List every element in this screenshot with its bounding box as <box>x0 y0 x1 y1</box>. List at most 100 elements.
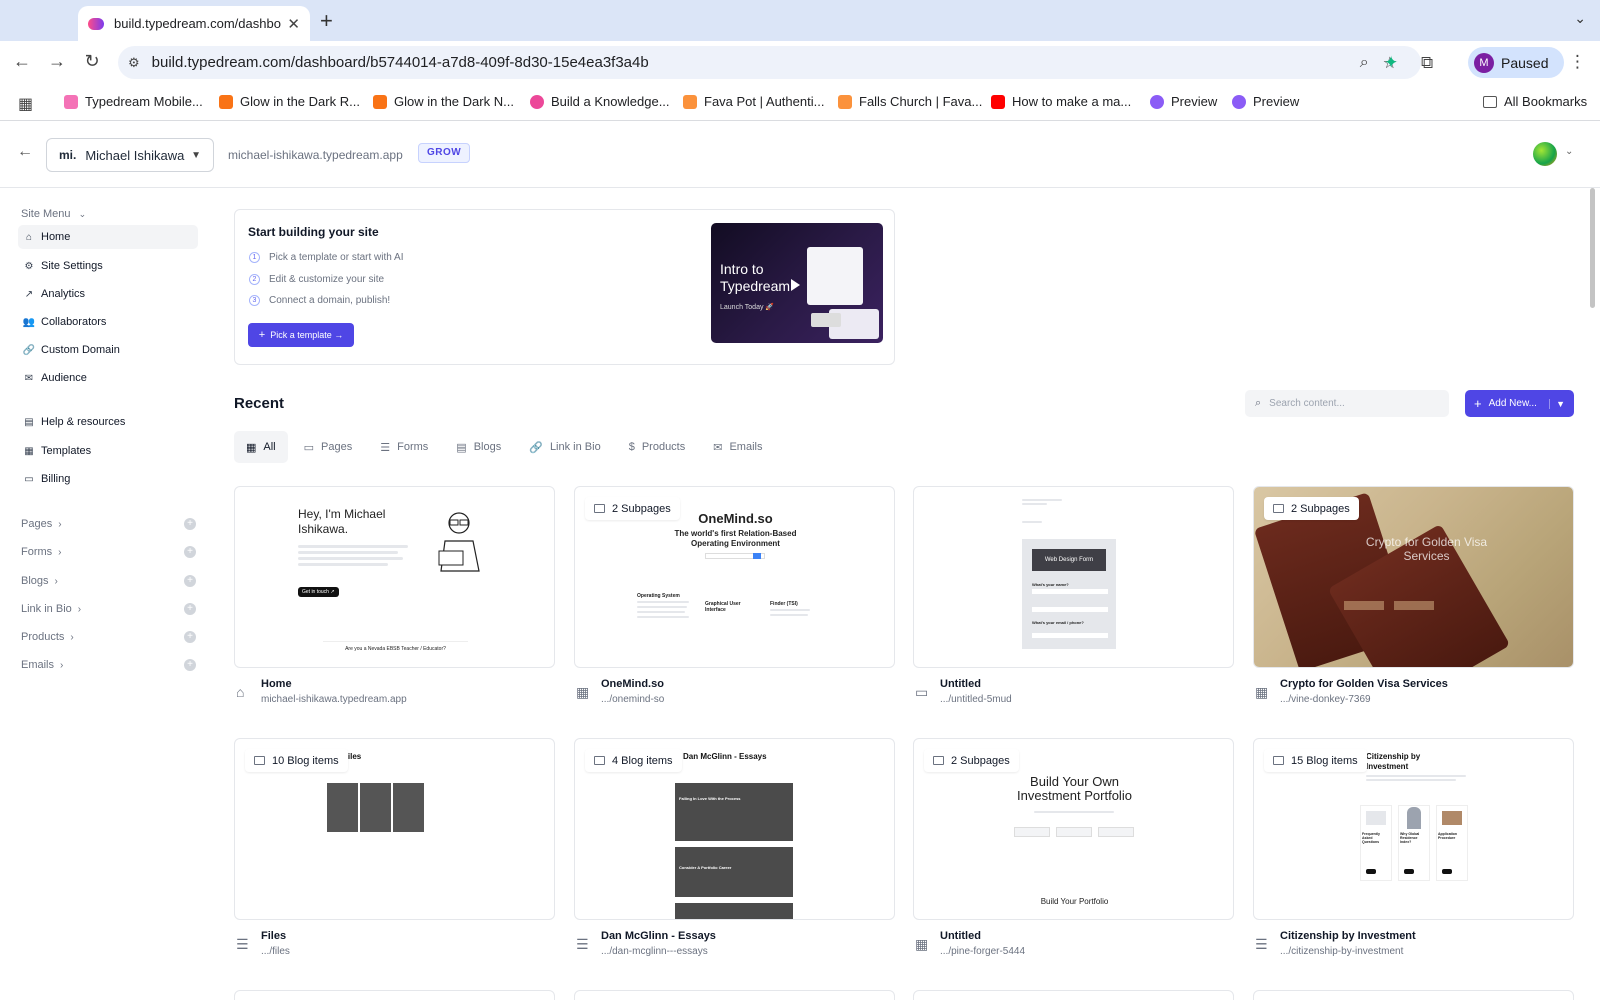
add-plus-icon[interactable]: + <box>184 631 196 643</box>
sidebar-item-site-settings[interactable]: ⚙ Site Settings <box>18 254 198 278</box>
card-thumbnail[interactable]: Dan McGlinn - Essays Falling In Love With… <box>574 738 895 920</box>
sidebar-item-billing[interactable]: ▭ Billing <box>18 467 198 491</box>
add-plus-icon[interactable]: + <box>184 603 196 615</box>
apps-grid-icon[interactable]: ▦ <box>18 94 33 114</box>
site-switcher[interactable]: mi. Michael Ishikawa ▼ <box>46 138 214 172</box>
thumb-post: Falling In Love With the Process <box>679 796 741 801</box>
card-info[interactable]: ⌂ Home michael-ishikawa.typedream.app <box>234 678 555 714</box>
sidebar-item-help-resources[interactable]: ▤ Help & resources <box>18 410 198 434</box>
sidebar-group-forms[interactable]: Forms › + <box>21 542 196 562</box>
new-tab-button[interactable]: + <box>320 8 333 34</box>
profile-button[interactable]: M Paused <box>1468 47 1564 78</box>
filter-tab-link-in-bio[interactable]: 🔗 Link in Bio <box>517 431 612 463</box>
tab-search-chevron-icon[interactable]: ⌄ <box>1574 10 1586 27</box>
content-card-partial[interactable] <box>574 990 895 1000</box>
address-bar[interactable]: ⚙ build.typedream.com/dashboard/b5744014… <box>118 46 1421 79</box>
user-avatar[interactable] <box>1533 142 1557 166</box>
content-card[interactable]: Citizenship by Investment Frequently Aske… <box>1253 738 1574 968</box>
bookmark-item[interactable]: Falls Church | Fava... <box>838 94 982 109</box>
filter-tab-pages[interactable]: ▭ Pages <box>292 431 365 463</box>
thumb-heading: Hey, I'm Michael Ishikawa. <box>298 507 386 536</box>
form-icon: ☰ <box>380 441 391 454</box>
user-menu-chevron-icon[interactable]: ⌄ <box>1565 146 1573 157</box>
extension-bird-icon[interactable]: ✦ <box>1384 53 1398 73</box>
sidebar-item-audience[interactable]: ✉ Audience <box>18 366 198 390</box>
close-tab-icon[interactable]: ✕ <box>287 15 300 33</box>
content-card[interactable]: Crypto for Golden Visa Services 2 Subpage… <box>1253 486 1574 716</box>
content-card-partial[interactable] <box>913 990 1234 1000</box>
sidebar-group-blogs[interactable]: Blogs › + <box>21 571 196 591</box>
pick-template-button[interactable]: + Pick a template → <box>248 323 354 347</box>
card-thumbnail[interactable]: Citizenship by Investment Frequently Aske… <box>1253 738 1574 920</box>
site-domain[interactable]: michael-ishikawa.typedream.app <box>228 148 403 162</box>
typedream-icon <box>1232 94 1246 109</box>
browser-menu-icon[interactable]: ⋮ <box>1569 52 1586 72</box>
add-plus-icon[interactable]: + <box>184 518 196 530</box>
zoom-icon[interactable]: ⌕ <box>1360 54 1369 72</box>
card-info[interactable]: ☰ Citizenship by Investment .../citizenshi… <box>1253 930 1574 966</box>
card-thumbnail[interactable]: Crypto for Golden Visa Services 2 Subpage… <box>1253 486 1574 668</box>
add-plus-icon[interactable]: + <box>184 575 196 587</box>
sidebar-group-link-in-bio[interactable]: Link in Bio › + <box>21 599 196 619</box>
back-arrow-icon[interactable]: ← <box>17 143 33 161</box>
card-thumbnail[interactable]: Build Your Own Investment Portfolio Build… <box>913 738 1234 920</box>
site-info-icon[interactable]: ⚙ <box>128 55 140 71</box>
search-input[interactable]: ⌕ Search content... <box>1245 390 1449 417</box>
sidebar-item-analytics[interactable]: ↗ Analytics <box>18 282 198 306</box>
intro-video-thumbnail[interactable]: Intro to Typedream Launch Today 🚀 <box>711 223 883 343</box>
page-scrollbar[interactable] <box>1590 188 1595 308</box>
content-card[interactable]: Web Design Form What's your name? What's y… <box>913 486 1234 716</box>
bookmark-item[interactable]: Preview <box>1150 94 1217 109</box>
reload-button[interactable]: ↻ <box>80 51 104 72</box>
all-bookmarks-folder[interactable]: All Bookmarks <box>1483 94 1587 109</box>
card-info[interactable]: ▭ Untitled .../untitled-5mud <box>913 678 1234 714</box>
bookmark-item[interactable]: Glow in the Dark R... <box>219 94 360 109</box>
sidebar-item-collaborators[interactable]: 👥 Collaborators <box>18 310 198 334</box>
content-card[interactable]: Hey, I'm Michael Ishikawa. Get in touch ↗… <box>234 486 555 716</box>
card-thumbnail[interactable]: Files 10 Blog items <box>234 738 555 920</box>
filter-tab-all[interactable]: ▦ All <box>234 431 288 463</box>
site-menu-toggle[interactable]: Site Menu ⌄ <box>21 208 86 220</box>
sidebar-item-home[interactable]: ⌂ Home <box>18 225 198 249</box>
extensions-puzzle-icon[interactable]: ⧉ <box>1421 53 1433 73</box>
forward-button[interactable]: → <box>45 51 69 72</box>
sidebar-item-custom-domain[interactable]: 🔗 Custom Domain <box>18 338 198 362</box>
card-thumbnail[interactable]: Hey, I'm Michael Ishikawa. Get in touch ↗… <box>234 486 555 668</box>
add-plus-icon[interactable]: + <box>184 546 196 558</box>
card-thumbnail[interactable]: OneMind.so The world's first Relation-Bas… <box>574 486 895 668</box>
bookmark-item[interactable]: Typedream Mobile... <box>64 94 203 109</box>
card-thumbnail[interactable]: Web Design Form What's your name? What's y… <box>913 486 1234 668</box>
filter-tab-products[interactable]: $ Products <box>617 431 698 463</box>
bookmark-item[interactable]: Build a Knowledge... <box>530 94 670 109</box>
filter-tab-blogs[interactable]: ▤ Blogs <box>444 431 513 463</box>
add-plus-icon[interactable]: + <box>184 659 196 671</box>
content-card[interactable]: Files 10 Blog items ☰ Files .../files <box>234 738 555 968</box>
browser-tab-active[interactable]: build.typedream.com/dashbo ✕ <box>78 6 310 41</box>
card-info[interactable]: ▦ Untitled .../pine-forger-5444 <box>913 930 1234 966</box>
play-icon[interactable] <box>791 279 800 291</box>
sidebar-group-pages[interactable]: Pages › + <box>21 514 196 534</box>
chevron-down-icon[interactable]: ▼ <box>1549 398 1565 409</box>
filter-tab-forms[interactable]: ☰ Forms <box>368 431 440 463</box>
bookmark-item[interactable]: How to make a ma... <box>991 94 1131 109</box>
bookmark-item[interactable]: Glow in the Dark N... <box>373 94 514 109</box>
content-card[interactable]: OneMind.so The world's first Relation-Bas… <box>574 486 895 716</box>
sidebar-group-emails[interactable]: Emails › + <box>21 655 196 675</box>
card-info[interactable]: ☰ Dan McGlinn - Essays .../dan-mcglinn---e… <box>574 930 895 966</box>
bookmark-item[interactable]: Fava Pot | Authenti... <box>683 94 824 109</box>
sidebar-group-products[interactable]: Products › + <box>21 627 196 647</box>
card-info[interactable]: ▦ Crypto for Golden Visa Services .../vine… <box>1253 678 1574 714</box>
add-new-button[interactable]: + Add New... ▼ <box>1465 390 1574 417</box>
filter-tab-emails[interactable]: ✉ Emails <box>701 431 774 463</box>
bookmark-item[interactable]: Preview <box>1232 94 1299 109</box>
content-card[interactable]: Dan McGlinn - Essays Falling In Love With… <box>574 738 895 968</box>
content-card-partial[interactable] <box>1253 990 1574 1000</box>
sidebar-item-templates[interactable]: ▦ Templates <box>18 439 198 463</box>
card-info[interactable]: ☰ Files .../files <box>234 930 555 966</box>
back-button[interactable]: ← <box>10 51 34 72</box>
url-text[interactable]: build.typedream.com/dashboard/b5744014-a… <box>152 54 649 71</box>
content-card-partial[interactable] <box>234 990 555 1000</box>
onboarding-card: Start building your site 1 Pick a templat… <box>234 209 895 365</box>
card-info[interactable]: ▦ OneMind.so .../onemind-so <box>574 678 895 714</box>
content-card[interactable]: Build Your Own Investment Portfolio Build… <box>913 738 1234 968</box>
